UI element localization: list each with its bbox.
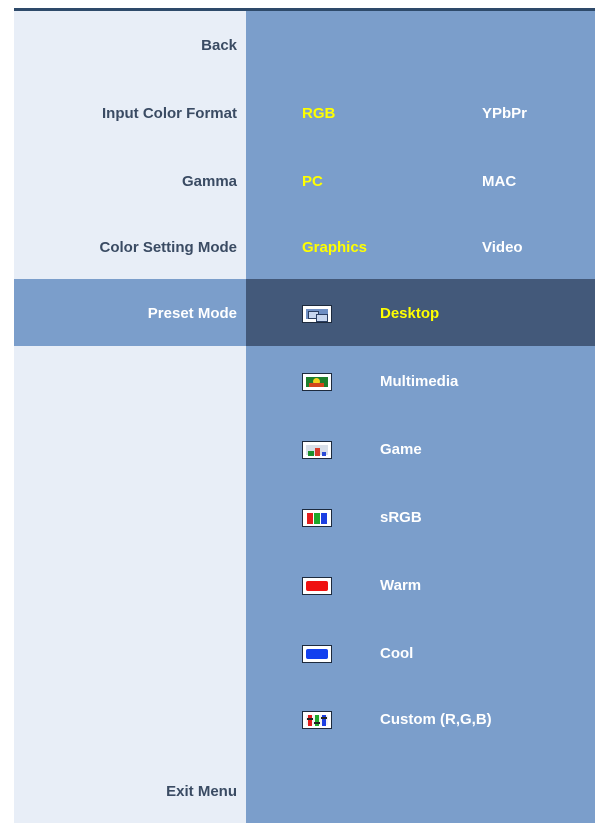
cool-icon: [302, 645, 332, 663]
option-video[interactable]: Video: [482, 239, 523, 256]
option-ypbpr[interactable]: YPbPr: [482, 105, 527, 122]
option-graphics[interactable]: Graphics: [302, 239, 367, 256]
option-pc[interactable]: PC: [302, 173, 323, 190]
warm-icon: [302, 577, 332, 595]
multimedia-icon: [302, 373, 332, 391]
custom-rgb-icon: [302, 711, 332, 729]
srgb-icon: [302, 509, 332, 527]
preset-multimedia[interactable]: Multimedia: [380, 373, 458, 390]
menu-left-panel: [14, 11, 246, 823]
preset-warm[interactable]: Warm: [380, 577, 421, 594]
gamma-item[interactable]: Gamma: [182, 173, 237, 190]
preset-desktop[interactable]: Desktop: [380, 305, 439, 322]
game-icon: [302, 441, 332, 459]
input-color-format-item[interactable]: Input Color Format: [102, 105, 237, 122]
option-mac[interactable]: MAC: [482, 173, 516, 190]
osd-menu: Back Input Color Format Gamma Color Sett…: [14, 8, 595, 823]
preset-custom-rgb[interactable]: Custom (R,G,B): [380, 711, 492, 728]
preset-cool[interactable]: Cool: [380, 645, 413, 662]
option-rgb[interactable]: RGB: [302, 105, 335, 122]
preset-game[interactable]: Game: [380, 441, 422, 458]
desktop-icon: [302, 305, 332, 323]
preset-srgb[interactable]: sRGB: [380, 509, 422, 526]
color-setting-mode-item[interactable]: Color Setting Mode: [100, 239, 238, 256]
menu-right-panel: [246, 11, 595, 823]
exit-menu-item[interactable]: Exit Menu: [166, 783, 237, 800]
back-item[interactable]: Back: [201, 37, 237, 54]
preset-mode-item[interactable]: Preset Mode: [148, 305, 237, 322]
